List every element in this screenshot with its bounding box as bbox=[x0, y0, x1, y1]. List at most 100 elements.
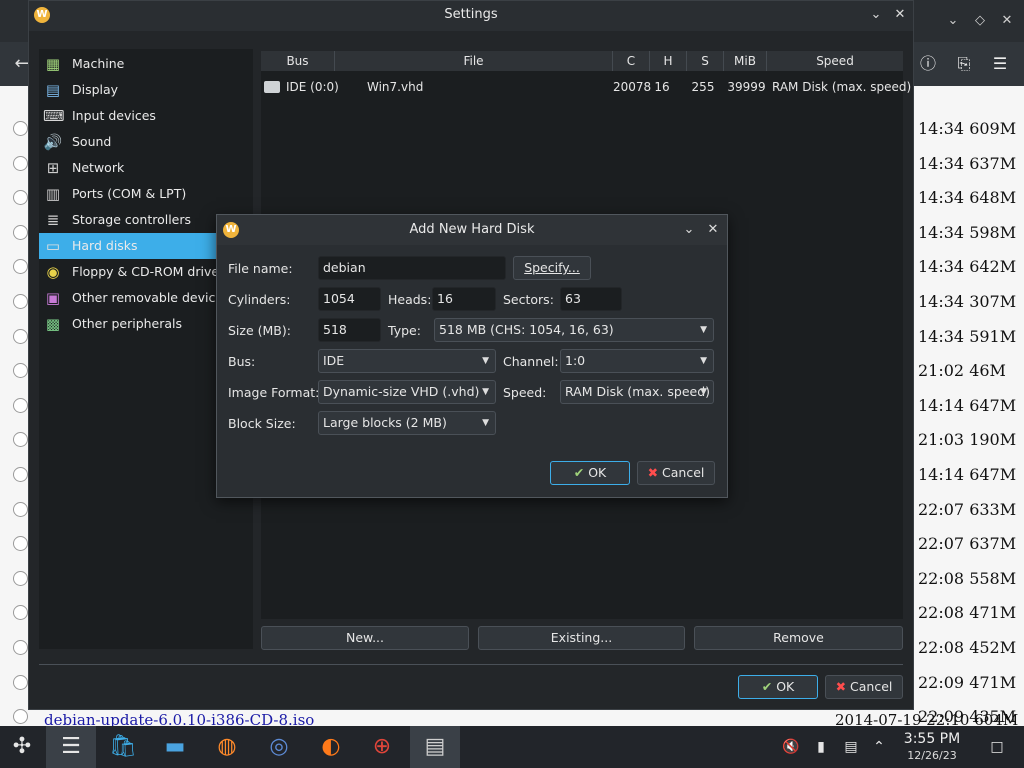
speed-select-value: RAM Disk (max. speed) bbox=[565, 384, 711, 399]
system-settings-icon[interactable]: ☰ bbox=[46, 726, 96, 768]
speed-select[interactable]: RAM Disk (max. speed) ▼ bbox=[560, 380, 714, 404]
firefox-icon[interactable]: ◍ bbox=[202, 726, 252, 768]
help-lifebuoy-icon[interactable]: ⊕ bbox=[357, 726, 407, 768]
close-icon[interactable]: ✕ bbox=[704, 221, 722, 239]
dropdown-arrow-icon: ▼ bbox=[482, 387, 489, 397]
sidebar-item-label: Sound bbox=[72, 134, 112, 149]
row-radio-button[interactable] bbox=[13, 121, 28, 136]
diamond-icon[interactable]: ◇ bbox=[967, 8, 993, 34]
display-config-icon[interactable]: ▤ bbox=[842, 738, 860, 756]
file-row-info: 22:08 471M bbox=[918, 603, 1017, 623]
sidebar-item-display[interactable]: ▤ Display bbox=[39, 77, 253, 103]
volume-muted-icon[interactable]: 🔇 bbox=[782, 738, 800, 756]
show-desktop-icon[interactable]: □ bbox=[988, 738, 1006, 756]
chevron-up-icon[interactable]: ⌃ bbox=[870, 738, 888, 756]
existing-disk-button[interactable]: Existing... bbox=[478, 626, 685, 650]
close-icon[interactable]: ✕ bbox=[891, 6, 909, 24]
close-icon[interactable]: ✕ bbox=[994, 8, 1020, 34]
dialog-cancel-button[interactable]: ✖ Cancel bbox=[637, 461, 715, 485]
block-size-label: Block Size: bbox=[228, 416, 296, 431]
bus-select[interactable]: IDE ▼ bbox=[318, 349, 496, 373]
sidebar-item-label: Hard disks bbox=[72, 238, 138, 253]
cell-speed: RAM Disk (max. speed) bbox=[772, 80, 912, 94]
type-label: Type: bbox=[388, 323, 421, 338]
chevron-down-icon[interactable]: ⌄ bbox=[867, 6, 885, 24]
dialog-ok-button[interactable]: ✔ OK bbox=[550, 461, 630, 485]
cell-s: 255 bbox=[691, 80, 715, 94]
dialog-cancel-label: Cancel bbox=[662, 465, 705, 480]
dialog-ok-label: OK bbox=[588, 465, 607, 480]
column-header-c[interactable]: C bbox=[613, 51, 650, 71]
cylinders-input[interactable]: 1054 bbox=[318, 287, 381, 311]
block-size-select[interactable]: Large blocks (2 MB) ▼ bbox=[318, 411, 496, 435]
dropdown-arrow-icon: ▼ bbox=[482, 418, 489, 428]
column-header-speed[interactable]: Speed bbox=[767, 51, 903, 71]
clock-date[interactable]: 12/26/23 bbox=[894, 749, 970, 762]
channel-select[interactable]: 1:0 ▼ bbox=[560, 349, 714, 373]
dropdown-arrow-icon: ▼ bbox=[482, 356, 489, 366]
cell-bus: IDE (0:0) bbox=[286, 80, 339, 94]
application-launcher-icon[interactable]: ✣ bbox=[0, 726, 44, 768]
specify-button[interactable]: Specify... bbox=[513, 256, 591, 280]
column-header-mib[interactable]: MiB bbox=[724, 51, 767, 71]
clock-time[interactable]: 3:55 PM bbox=[894, 731, 970, 747]
column-header-s[interactable]: S bbox=[687, 51, 724, 71]
settings-ok-button[interactable]: ✔ OK bbox=[738, 675, 818, 699]
ports-icon: ▥ bbox=[45, 185, 61, 203]
cell-c: 20078 bbox=[613, 80, 652, 94]
channel-select-value: 1:0 bbox=[565, 353, 586, 368]
block-size-select-value: Large blocks (2 MB) bbox=[323, 415, 447, 430]
column-header-file[interactable]: File bbox=[335, 51, 613, 71]
row-radio-button[interactable] bbox=[13, 294, 28, 309]
info-icon[interactable]: ⓘ bbox=[914, 50, 942, 78]
size-label: Size (MB): bbox=[228, 323, 291, 338]
column-header-h[interactable]: H bbox=[650, 51, 687, 71]
row-radio-button[interactable] bbox=[13, 397, 28, 413]
network-globe-icon[interactable]: ◎ bbox=[254, 726, 304, 768]
column-header-bus[interactable]: Bus bbox=[261, 51, 335, 71]
file-row-info: 22:08 558M bbox=[918, 568, 1017, 588]
sidebar-item-machine[interactable]: ▦ Machine bbox=[39, 51, 253, 77]
type-select[interactable]: 518 MB (CHS: 1054, 16, 63) ▼ bbox=[434, 318, 714, 342]
check-icon: ✔ bbox=[761, 679, 773, 694]
sidebar-item-sound[interactable]: 🔊 Sound bbox=[39, 129, 253, 155]
file-name-input[interactable]: debian bbox=[318, 256, 506, 280]
extensions-icon[interactable]: ⎘ bbox=[950, 50, 978, 78]
row-radio-button[interactable] bbox=[13, 674, 28, 690]
new-disk-button[interactable]: New... bbox=[261, 626, 469, 650]
size-input[interactable]: 518 bbox=[318, 318, 381, 342]
sidebar-item-ports-com-lpt[interactable]: ▥ Ports (COM & LPT) bbox=[39, 181, 253, 207]
discover-store-icon[interactable]: 🛍 bbox=[98, 726, 148, 768]
menu-hamburger-icon[interactable]: ☰ bbox=[986, 50, 1014, 78]
row-radio-button[interactable] bbox=[13, 328, 28, 344]
emulator-app-icon[interactable]: ▤ bbox=[410, 726, 460, 768]
remove-disk-button[interactable]: Remove bbox=[694, 626, 903, 650]
cell-mib: 39999 bbox=[727, 80, 766, 94]
file-manager-icon[interactable]: ▬ bbox=[150, 726, 200, 768]
row-radio-button[interactable] bbox=[13, 155, 28, 171]
heads-input[interactable]: 16 bbox=[432, 287, 496, 311]
file-row-info: 22:09 471M bbox=[918, 672, 1017, 692]
row-radio-button[interactable] bbox=[13, 224, 28, 240]
battery-icon[interactable]: ▮ bbox=[812, 738, 830, 756]
file-row-info: 14:14 647M bbox=[918, 465, 1017, 484]
row-radio-button[interactable] bbox=[13, 570, 28, 586]
row-radio-button[interactable] bbox=[13, 640, 28, 655]
bird-app-icon[interactable]: ◐ bbox=[306, 726, 356, 768]
dropdown-arrow-icon: ▼ bbox=[700, 387, 707, 397]
display-icon: ▤ bbox=[45, 81, 61, 99]
sectors-input[interactable]: 63 bbox=[560, 287, 622, 311]
sidebar-item-input-devices[interactable]: ⌨ Input devices bbox=[39, 103, 253, 129]
speed-label: Speed: bbox=[503, 385, 547, 400]
sidebar-item-label: Other removable devices bbox=[72, 290, 230, 305]
file-name-label: File name: bbox=[228, 261, 293, 276]
sidebar-item-network[interactable]: ⊞ Network bbox=[39, 155, 253, 181]
row-radio-button[interactable] bbox=[13, 501, 28, 517]
sidebar-item-label: Other peripherals bbox=[72, 316, 183, 331]
chevron-down-icon[interactable]: ⌄ bbox=[680, 221, 698, 239]
chevron-down-icon[interactable]: ⌄ bbox=[940, 8, 966, 34]
image-format-select[interactable]: Dynamic-size VHD (.vhd) ▼ bbox=[318, 380, 496, 404]
settings-cancel-button[interactable]: ✖ Cancel bbox=[825, 675, 903, 699]
peripherals-icon: ▩ bbox=[45, 315, 61, 333]
row-radio-button[interactable] bbox=[13, 467, 28, 482]
